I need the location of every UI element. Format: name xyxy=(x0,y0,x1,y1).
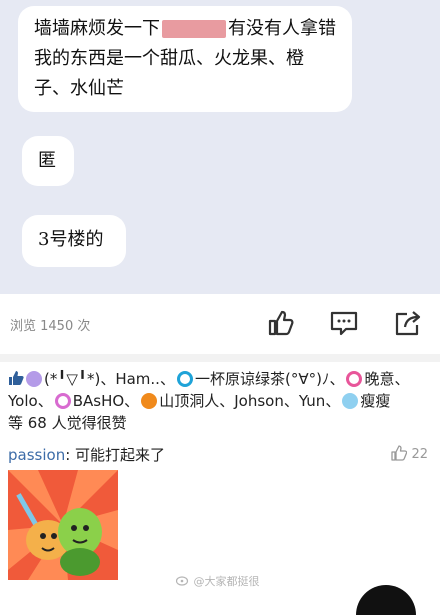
liker-name[interactable]: Ham.. xyxy=(115,370,160,388)
watermark-text: @大家都挺很 xyxy=(193,575,260,588)
post-action-bar: 浏览 1450 次 xyxy=(0,294,440,354)
floating-button[interactable] xyxy=(356,585,416,615)
weibo-logo-icon xyxy=(175,576,189,586)
likes-list: (*╹▽╹*)、Ham..、 一杯原谅绿茶(°∀°)ﾉ、 晚意、Yolo、 BAsHO… xyxy=(8,370,410,432)
avatar[interactable] xyxy=(342,393,359,409)
message-text: 3号楼的 xyxy=(38,229,104,250)
redaction-mark xyxy=(162,20,226,38)
share-icon[interactable] xyxy=(393,308,423,338)
liker-name[interactable]: 一杯原谅绿茶(°∀°)ﾉ xyxy=(195,370,329,388)
liker-name[interactable]: BAsHO xyxy=(73,392,124,410)
avatar[interactable] xyxy=(176,371,193,387)
message-text-start: 墙墙麻烦发一下 xyxy=(34,18,160,39)
comment-row: passion: 可能打起来了 22 xyxy=(8,444,434,470)
message-text: 匿 xyxy=(38,150,56,171)
comment-text: : 可能打起来了 xyxy=(65,446,166,464)
comment-like-button[interactable]: 22 xyxy=(391,445,428,462)
avatar[interactable] xyxy=(346,371,363,387)
chat-area: 墙墙麻烦发一下 有没有人拿错我的东西是一个甜瓜、火龙果、橙子、水仙芒 匿 3号楼的 xyxy=(0,0,440,294)
comment-author[interactable]: passion xyxy=(8,446,65,464)
liker-name[interactable]: 晚意 xyxy=(364,370,394,388)
chat-bubble-1[interactable]: 墙墙麻烦发一下 有没有人拿错我的东西是一个甜瓜、火龙果、橙子、水仙芒 xyxy=(18,6,352,112)
liker-name[interactable]: 山顶洞人 xyxy=(159,392,219,410)
section-divider xyxy=(0,354,440,362)
view-count: 浏览 1450 次 xyxy=(10,319,91,334)
chat-bubble-3[interactable]: 3号楼的 xyxy=(22,215,126,267)
avatar[interactable] xyxy=(54,393,71,409)
thumb-up-icon xyxy=(391,445,408,461)
like-icon[interactable] xyxy=(266,308,296,338)
comment-image[interactable] xyxy=(8,470,118,580)
avatar[interactable] xyxy=(141,393,158,409)
liker-name[interactable]: Yolo xyxy=(8,392,38,410)
watermark: @大家都挺很 xyxy=(175,573,260,589)
thumb-up-icon xyxy=(9,371,24,385)
liker-name[interactable]: (*╹▽╹*) xyxy=(44,370,100,388)
liker-name[interactable]: Yun xyxy=(299,392,325,410)
chat-bubble-2[interactable]: 匿 xyxy=(22,136,74,186)
liker-name[interactable]: 瘦瘦 xyxy=(360,392,390,410)
avatar[interactable] xyxy=(26,371,42,387)
liker-name[interactable]: Johson xyxy=(234,392,284,410)
likes-summary[interactable]: 等 68 人觉得很赞 xyxy=(8,414,127,432)
comment-icon[interactable] xyxy=(329,308,359,338)
comment-like-count: 22 xyxy=(411,447,428,462)
